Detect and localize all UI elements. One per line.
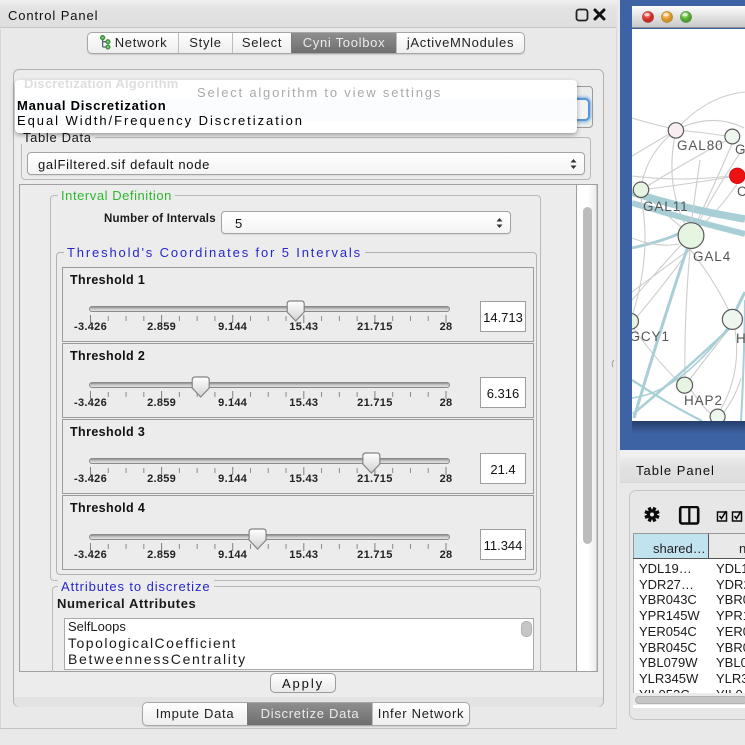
svg-text:GAL4: GAL4 <box>693 249 731 264</box>
svg-text:GCY1: GCY1 <box>632 329 670 344</box>
svg-text:GAL11: GAL11 <box>643 199 689 214</box>
svg-text:GAL80: GAL80 <box>677 138 724 153</box>
svg-text:HAP2: HAP2 <box>684 393 723 408</box>
svg-text:GA: GA <box>735 142 745 157</box>
svg-text:C: C <box>737 184 745 199</box>
svg-text:H: H <box>736 331 745 346</box>
